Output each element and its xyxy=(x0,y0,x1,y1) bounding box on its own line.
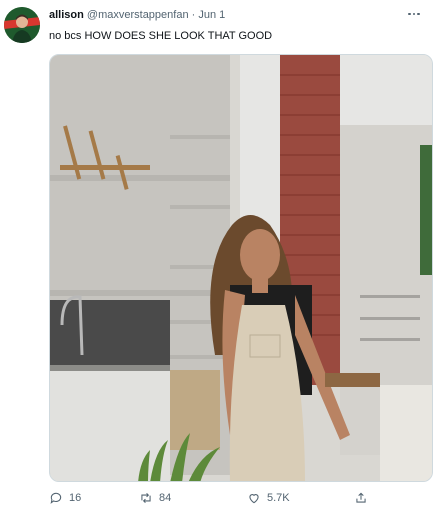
reply-icon xyxy=(50,492,62,504)
author-name[interactable]: allison xyxy=(49,9,84,21)
tweet-header: allison @maxverstappenfan · Jun 1 xyxy=(49,9,225,21)
tweet-text: no bcs HOW DOES SHE LOOK THAT GOOD xyxy=(49,30,273,42)
reply-count: 16 xyxy=(69,492,82,504)
like-count: 5.7K xyxy=(267,492,290,504)
tweet[interactable]: allison @maxverstappenfan · Jun 1 no bcs… xyxy=(0,0,438,507)
tweet-actions: 16 84 5.7K xyxy=(49,490,433,506)
more-icon[interactable] xyxy=(404,7,424,21)
retweet-button[interactable]: 84 xyxy=(139,490,171,506)
like-button[interactable]: 5.7K xyxy=(247,490,290,506)
tweet-media[interactable] xyxy=(49,54,433,482)
retweet-count: 84 xyxy=(159,492,172,504)
share-button[interactable] xyxy=(354,490,368,506)
tweet-date[interactable]: Jun 1 xyxy=(198,9,225,21)
separator: · xyxy=(191,9,196,21)
share-icon xyxy=(356,492,366,503)
retweet-icon xyxy=(141,492,151,504)
author-handle[interactable]: @maxverstappenfan xyxy=(87,9,189,21)
media-image xyxy=(50,55,432,481)
profile-avatar-icon xyxy=(4,7,40,43)
like-icon xyxy=(249,494,259,504)
avatar[interactable] xyxy=(4,7,40,43)
reply-button[interactable]: 16 xyxy=(49,490,81,506)
